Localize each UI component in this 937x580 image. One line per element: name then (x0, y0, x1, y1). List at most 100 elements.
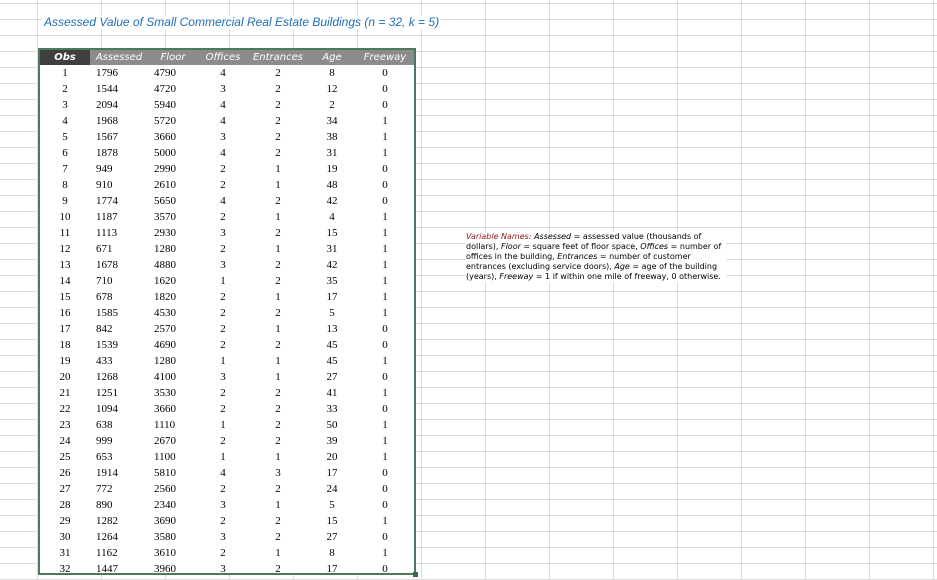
cell-entrances[interactable]: 2 (248, 433, 308, 449)
cell-obs[interactable]: 25 (40, 449, 90, 465)
cell-entrances[interactable]: 1 (248, 241, 308, 257)
cell-freeway[interactable]: 1 (356, 433, 414, 449)
cell-obs[interactable]: 19 (40, 353, 90, 369)
cell-entrances[interactable]: 1 (248, 449, 308, 465)
cell-age[interactable]: 45 (308, 337, 356, 353)
cell-offices[interactable]: 4 (198, 113, 248, 129)
cell-assessed[interactable]: 890 (90, 497, 148, 513)
cell-obs[interactable]: 9 (40, 193, 90, 209)
cell-floor[interactable]: 2340 (148, 497, 198, 513)
cell-assessed[interactable]: 1251 (90, 385, 148, 401)
cell-obs[interactable]: 8 (40, 177, 90, 193)
cell-obs[interactable]: 18 (40, 337, 90, 353)
cell-offices[interactable]: 3 (198, 369, 248, 385)
cell-assessed[interactable]: 910 (90, 177, 148, 193)
cell-obs[interactable]: 14 (40, 273, 90, 289)
cell-age[interactable]: 5 (308, 305, 356, 321)
cell-age[interactable]: 20 (308, 449, 356, 465)
cell-freeway[interactable]: 0 (356, 369, 414, 385)
cell-assessed[interactable]: 1268 (90, 369, 148, 385)
cell-floor[interactable]: 4790 (148, 65, 198, 81)
cell-age[interactable]: 35 (308, 273, 356, 289)
cell-obs[interactable]: 6 (40, 145, 90, 161)
cell-age[interactable]: 8 (308, 65, 356, 81)
cell-floor[interactable]: 3960 (148, 561, 198, 577)
cell-offices[interactable]: 3 (198, 529, 248, 545)
cell-offices[interactable]: 2 (198, 513, 248, 529)
cell-entrances[interactable]: 2 (248, 561, 308, 577)
cell-floor[interactable]: 3580 (148, 529, 198, 545)
cell-freeway[interactable]: 1 (356, 385, 414, 401)
cell-floor[interactable]: 5650 (148, 193, 198, 209)
cell-age[interactable]: 48 (308, 177, 356, 193)
cell-offices[interactable]: 1 (198, 449, 248, 465)
cell-offices[interactable]: 2 (198, 401, 248, 417)
cell-freeway[interactable]: 0 (356, 177, 414, 193)
cell-offices[interactable]: 4 (198, 193, 248, 209)
cell-entrances[interactable]: 2 (248, 273, 308, 289)
cell-age[interactable]: 12 (308, 81, 356, 97)
cell-assessed[interactable]: 2094 (90, 97, 148, 113)
cell-offices[interactable]: 2 (198, 481, 248, 497)
cell-entrances[interactable]: 2 (248, 481, 308, 497)
cell-entrances[interactable]: 2 (248, 257, 308, 273)
cell-entrances[interactable]: 2 (248, 417, 308, 433)
cell-offices[interactable]: 4 (198, 97, 248, 113)
cell-assessed[interactable]: 1094 (90, 401, 148, 417)
cell-obs[interactable]: 31 (40, 545, 90, 561)
cell-obs[interactable]: 12 (40, 241, 90, 257)
cell-offices[interactable]: 2 (198, 289, 248, 305)
cell-obs[interactable]: 22 (40, 401, 90, 417)
col-header-assessed[interactable]: Assessed (90, 50, 148, 65)
cell-entrances[interactable]: 1 (248, 321, 308, 337)
col-header-obs[interactable]: Obs (40, 50, 90, 65)
cell-obs[interactable]: 10 (40, 209, 90, 225)
cell-age[interactable]: 41 (308, 385, 356, 401)
cell-offices[interactable]: 2 (198, 241, 248, 257)
cell-freeway[interactable]: 1 (356, 225, 414, 241)
cell-freeway[interactable]: 0 (356, 81, 414, 97)
cell-entrances[interactable]: 3 (248, 465, 308, 481)
cell-offices[interactable]: 2 (198, 545, 248, 561)
cell-age[interactable]: 15 (308, 225, 356, 241)
cell-floor[interactable]: 2990 (148, 161, 198, 177)
cell-offices[interactable]: 2 (198, 385, 248, 401)
cell-entrances[interactable]: 2 (248, 401, 308, 417)
cell-assessed[interactable]: 1567 (90, 129, 148, 145)
cell-assessed[interactable]: 1282 (90, 513, 148, 529)
cell-entrances[interactable]: 1 (248, 497, 308, 513)
cell-offices[interactable]: 4 (198, 145, 248, 161)
cell-offices[interactable]: 1 (198, 273, 248, 289)
cell-floor[interactable]: 3660 (148, 401, 198, 417)
cell-assessed[interactable]: 671 (90, 241, 148, 257)
cell-assessed[interactable]: 1264 (90, 529, 148, 545)
cell-age[interactable]: 8 (308, 545, 356, 561)
cell-offices[interactable]: 4 (198, 65, 248, 81)
col-header-offices[interactable]: Offices (198, 50, 248, 65)
cell-offices[interactable]: 1 (198, 417, 248, 433)
cell-entrances[interactable]: 2 (248, 529, 308, 545)
col-header-freeway[interactable]: Freeway (356, 50, 414, 65)
cell-floor[interactable]: 2560 (148, 481, 198, 497)
cell-freeway[interactable]: 1 (356, 241, 414, 257)
cell-entrances[interactable]: 2 (248, 65, 308, 81)
cell-entrances[interactable]: 1 (248, 289, 308, 305)
cell-freeway[interactable]: 1 (356, 129, 414, 145)
cell-offices[interactable]: 2 (198, 161, 248, 177)
cell-assessed[interactable]: 1113 (90, 225, 148, 241)
cell-obs[interactable]: 32 (40, 561, 90, 577)
cell-entrances[interactable]: 2 (248, 385, 308, 401)
cell-age[interactable]: 15 (308, 513, 356, 529)
cell-entrances[interactable]: 2 (248, 305, 308, 321)
cell-offices[interactable]: 3 (198, 225, 248, 241)
cell-obs[interactable]: 3 (40, 97, 90, 113)
cell-entrances[interactable]: 2 (248, 513, 308, 529)
cell-age[interactable]: 31 (308, 145, 356, 161)
cell-entrances[interactable]: 1 (248, 369, 308, 385)
cell-floor[interactable]: 4690 (148, 337, 198, 353)
cell-assessed[interactable]: 842 (90, 321, 148, 337)
cell-obs[interactable]: 11 (40, 225, 90, 241)
cell-freeway[interactable]: 0 (356, 65, 414, 81)
cell-assessed[interactable]: 638 (90, 417, 148, 433)
cell-freeway[interactable]: 0 (356, 561, 414, 577)
